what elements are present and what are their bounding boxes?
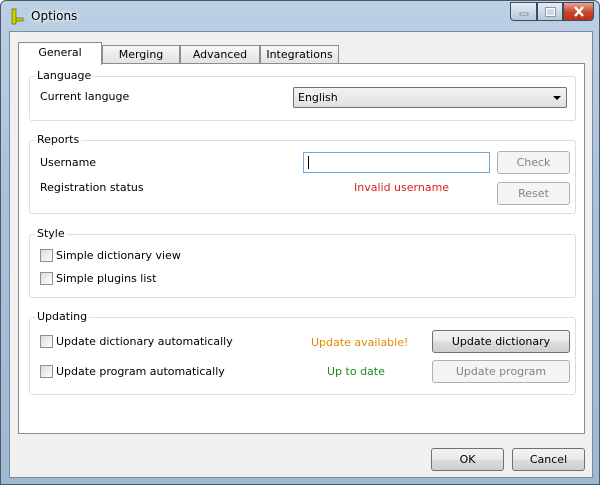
close-button[interactable] [563,2,594,21]
reports-group: Reports Username Check Registration stat… [29,133,576,214]
tab-integrations[interactable]: Integrations [260,45,339,64]
update-dictionary-button[interactable]: Update dictionary [432,330,570,353]
tab-merging[interactable]: Merging [102,45,180,64]
ok-button[interactable]: OK [431,448,504,471]
reset-button[interactable]: Reset [497,182,570,205]
reports-group-label: Reports [35,133,82,146]
simple-plugins-list-label: Simple plugins list [56,272,157,285]
checkbox-box [40,249,53,262]
program-update-status: Up to date [327,365,385,378]
update-dictionary-auto-label: Update dictionary automatically [56,335,233,348]
checkbox-box [40,365,53,378]
updating-group: Updating Update dictionary automatically… [29,310,576,395]
language-selected-value: English [298,91,338,104]
update-dictionary-auto-checkbox[interactable]: Update dictionary automatically [40,335,233,348]
dialog-client-area: General Merging Advanced Integrations La… [9,31,593,478]
minimize-icon [519,12,528,15]
checkbox-box [40,335,53,348]
checkbox-box [40,272,53,285]
text-caret [308,156,309,169]
update-program-auto-label: Update program automatically [56,365,225,378]
registration-status-label: Registration status [40,181,144,194]
language-group: Language Current languge English [29,69,576,121]
updating-group-label: Updating [35,310,90,323]
tab-general[interactable]: General [18,42,102,65]
language-group-label: Language [35,69,94,82]
maximize-button[interactable] [537,2,563,21]
registration-status-value: Invalid username [354,181,450,194]
username-label: Username [40,156,97,169]
minimize-button[interactable] [510,2,537,21]
maximize-icon [544,6,556,17]
username-input[interactable] [303,152,490,173]
simple-plugins-list-checkbox[interactable]: Simple plugins list [40,272,156,285]
style-group-label: Style [35,227,67,240]
simple-dictionary-view-checkbox[interactable]: Simple dictionary view [40,249,181,262]
check-button[interactable]: Check [497,151,570,174]
current-language-label: Current languge [40,90,130,103]
title-bar[interactable]: Options [1,1,599,31]
update-program-button[interactable]: Update program [432,360,570,383]
options-window: Options General Merging Advanced Integra… [0,0,600,485]
general-tab-panel: Language Current languge English Reports… [18,63,585,434]
close-icon [573,6,584,17]
style-group: Style Simple dictionary view Simple plug… [29,227,576,298]
app-icon [11,8,24,25]
language-select[interactable]: English [293,87,567,108]
tab-advanced[interactable]: Advanced [180,45,260,64]
update-program-auto-checkbox[interactable]: Update program automatically [40,365,225,378]
simple-dictionary-view-label: Simple dictionary view [56,249,181,262]
dictionary-update-status: Update available! [311,336,409,349]
window-title: Options [31,9,78,23]
chevron-down-icon [553,96,561,100]
cancel-button[interactable]: Cancel [512,448,585,471]
